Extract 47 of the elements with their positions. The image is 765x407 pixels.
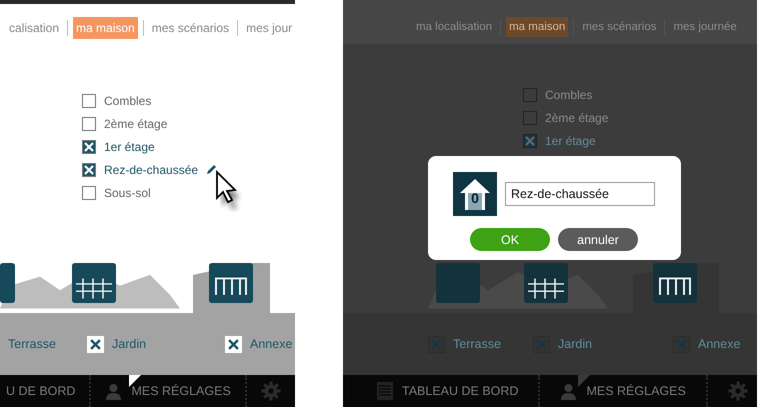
settings-icon — [728, 381, 748, 401]
floor-label: 1er étage — [104, 140, 155, 154]
checkbox[interactable] — [82, 140, 96, 154]
nav-tab[interactable]: ma maison — [73, 17, 138, 39]
nav-tab[interactable]: ma maison — [506, 17, 568, 37]
area-label: Terrasse — [453, 337, 501, 351]
checkbox[interactable] — [82, 116, 96, 130]
checkbox[interactable] — [82, 162, 96, 176]
floor-label: Combles — [104, 94, 152, 108]
person-icon — [105, 382, 122, 400]
area-label: Terrasse — [8, 337, 56, 351]
area-label: Annexe — [250, 337, 292, 351]
floor-label: 1er étage — [545, 134, 596, 148]
nav-tab[interactable]: mes scénarios — [579, 17, 660, 37]
nav-tab[interactable]: mes journée — [670, 17, 740, 37]
floor-label: Sous-sol — [104, 186, 151, 200]
floor-label: 2ème étage — [104, 116, 168, 130]
floor-label: 2ème étage — [545, 110, 608, 124]
cancel-button[interactable]: annuler — [558, 228, 638, 251]
area-label: Jardin — [558, 337, 592, 351]
nav-item[interactable]: MES RÉGLAGES — [538, 375, 706, 407]
nav-item[interactable]: TABLEAU DE BORD — [343, 375, 538, 407]
nav-tab[interactable]: mes scénarios — [148, 17, 232, 39]
checkbox[interactable] — [82, 186, 96, 200]
checkbox[interactable] — [673, 336, 690, 352]
pencil-icon[interactable] — [206, 164, 218, 175]
checkbox[interactable] — [82, 94, 96, 108]
area-label: Jardin — [112, 337, 146, 351]
nav-tab[interactable]: ma localisation — [413, 17, 496, 37]
nav-item[interactable]: U DE BORD — [0, 375, 90, 407]
checkbox[interactable] — [533, 336, 550, 352]
checkbox[interactable] — [523, 134, 537, 148]
floor-number: 0 — [471, 190, 479, 206]
settings-icon — [260, 381, 281, 401]
person-icon — [560, 382, 578, 400]
nav-item[interactable]: MES RÉGLAGES — [89, 375, 245, 407]
nav-tab[interactable]: mes jour — [243, 17, 295, 39]
floor-label: Rez-de-chaussée — [104, 162, 198, 176]
list-icon — [377, 382, 393, 400]
area-label: Annexe — [698, 337, 740, 351]
nav-tab[interactable]: calisation — [6, 17, 62, 39]
checkbox[interactable] — [428, 336, 445, 352]
floor-label: Combles — [545, 88, 592, 102]
name-input-field[interactable]: Rez-de-chaussée — [505, 182, 655, 206]
ok-button[interactable]: OK — [470, 228, 550, 251]
checkbox[interactable] — [523, 110, 537, 124]
checkbox[interactable] — [523, 88, 537, 102]
